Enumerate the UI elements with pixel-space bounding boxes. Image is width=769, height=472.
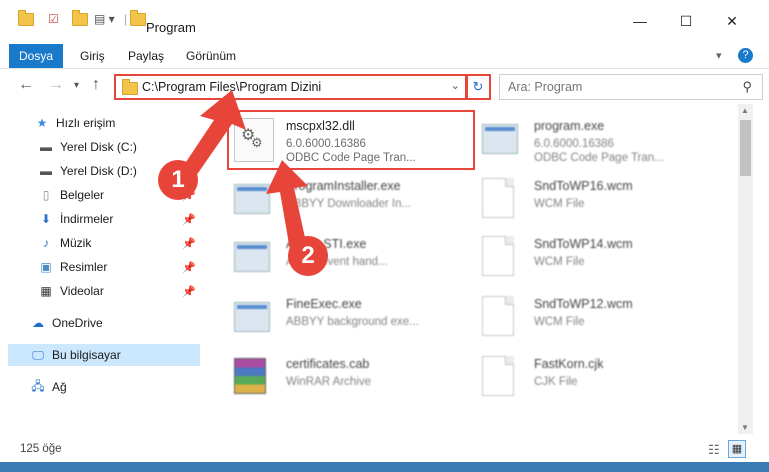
- annotation-arrows: [182, 90, 308, 250]
- callout-1: 1: [158, 160, 198, 200]
- file-explorer-window: ☑ ▤ ▾ | Program — ☐ ✕ Dosya Giriş Paylaş…: [0, 0, 769, 462]
- arrow-to-address-bar: [182, 90, 246, 176]
- callout-2: 2: [288, 236, 328, 276]
